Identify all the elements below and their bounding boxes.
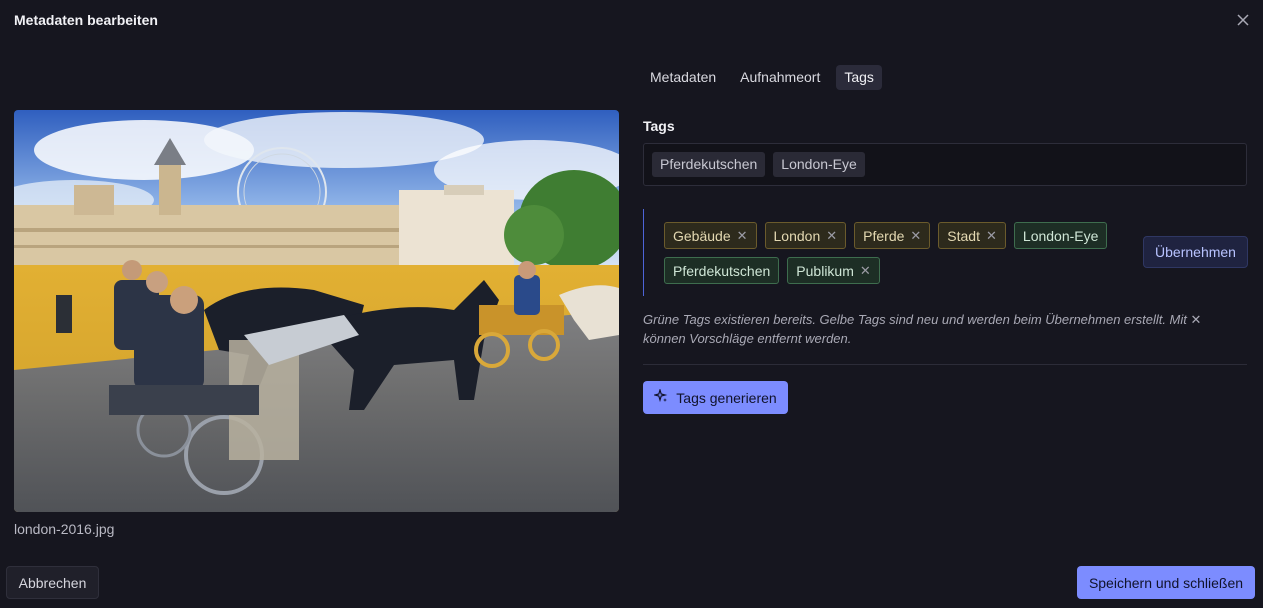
- remove-icon[interactable]: ✕: [986, 229, 997, 242]
- suggestion-label: Pferde: [863, 227, 905, 244]
- tag-chip[interactable]: London-Eye: [773, 152, 865, 177]
- generate-tags-label: Tags generieren: [676, 389, 777, 406]
- suggestion-chip-new[interactable]: Stadt ✕: [938, 222, 1006, 249]
- tag-suggestions-panel: Gebäude ✕ London ✕ Pferde ✕ Stadt ✕ Lond…: [643, 209, 1248, 296]
- sparkles-icon: [652, 387, 668, 406]
- image-filename: london-2016.jpg: [14, 521, 115, 537]
- remove-icon[interactable]: ✕: [910, 229, 921, 242]
- tag-chip[interactable]: Pferdekutschen: [652, 152, 766, 177]
- suggestion-label: Pferdekutschen: [673, 262, 771, 279]
- cancel-button[interactable]: Abbrechen: [6, 566, 99, 599]
- suggestion-label: Stadt: [947, 227, 980, 244]
- remove-icon[interactable]: ✕: [826, 229, 837, 242]
- suggestion-chip-existing[interactable]: Pferdekutschen: [664, 257, 780, 284]
- tab-aufnahmeort[interactable]: Aufnahmeort: [732, 65, 828, 90]
- dialog-title: Metadaten bearbeiten: [14, 12, 158, 28]
- tags-input[interactable]: Pferdekutschen London-Eye: [643, 143, 1247, 186]
- suggestion-label: Publikum: [796, 262, 854, 279]
- tags-heading: Tags: [643, 118, 675, 134]
- tab-tags[interactable]: Tags: [836, 65, 882, 90]
- tab-bar: Metadaten Aufnahmeort Tags: [642, 65, 882, 90]
- remove-icon[interactable]: ✕: [737, 229, 748, 242]
- suggestion-chip-new[interactable]: Pferde ✕: [854, 222, 931, 249]
- remove-icon[interactable]: ✕: [860, 264, 871, 277]
- photo-preview: [14, 110, 619, 512]
- suggestion-list: Gebäude ✕ London ✕ Pferde ✕ Stadt ✕ Lond…: [664, 222, 1114, 284]
- suggestion-chip-new[interactable]: Gebäude ✕: [664, 222, 757, 249]
- apply-suggestions-button[interactable]: Übernehmen: [1143, 236, 1248, 268]
- divider: [643, 364, 1247, 365]
- suggestion-label: London-Eye: [1022, 227, 1099, 244]
- tab-metadaten[interactable]: Metadaten: [642, 65, 724, 90]
- save-and-close-button[interactable]: Speichern und schließen: [1077, 566, 1255, 599]
- suggestion-chip-existing[interactable]: London-Eye: [1013, 222, 1108, 249]
- suggestion-chip-existing[interactable]: Publikum ✕: [787, 257, 880, 284]
- suggestion-label: Gebäude: [673, 227, 731, 244]
- generate-tags-button[interactable]: Tags generieren: [643, 381, 788, 414]
- suggestion-chip-new[interactable]: London ✕: [764, 222, 847, 249]
- suggestion-label: London: [773, 227, 821, 244]
- suggestion-hint: Grüne Tags existieren bereits. Gelbe Tag…: [643, 312, 1202, 346]
- close-icon[interactable]: [1234, 11, 1252, 29]
